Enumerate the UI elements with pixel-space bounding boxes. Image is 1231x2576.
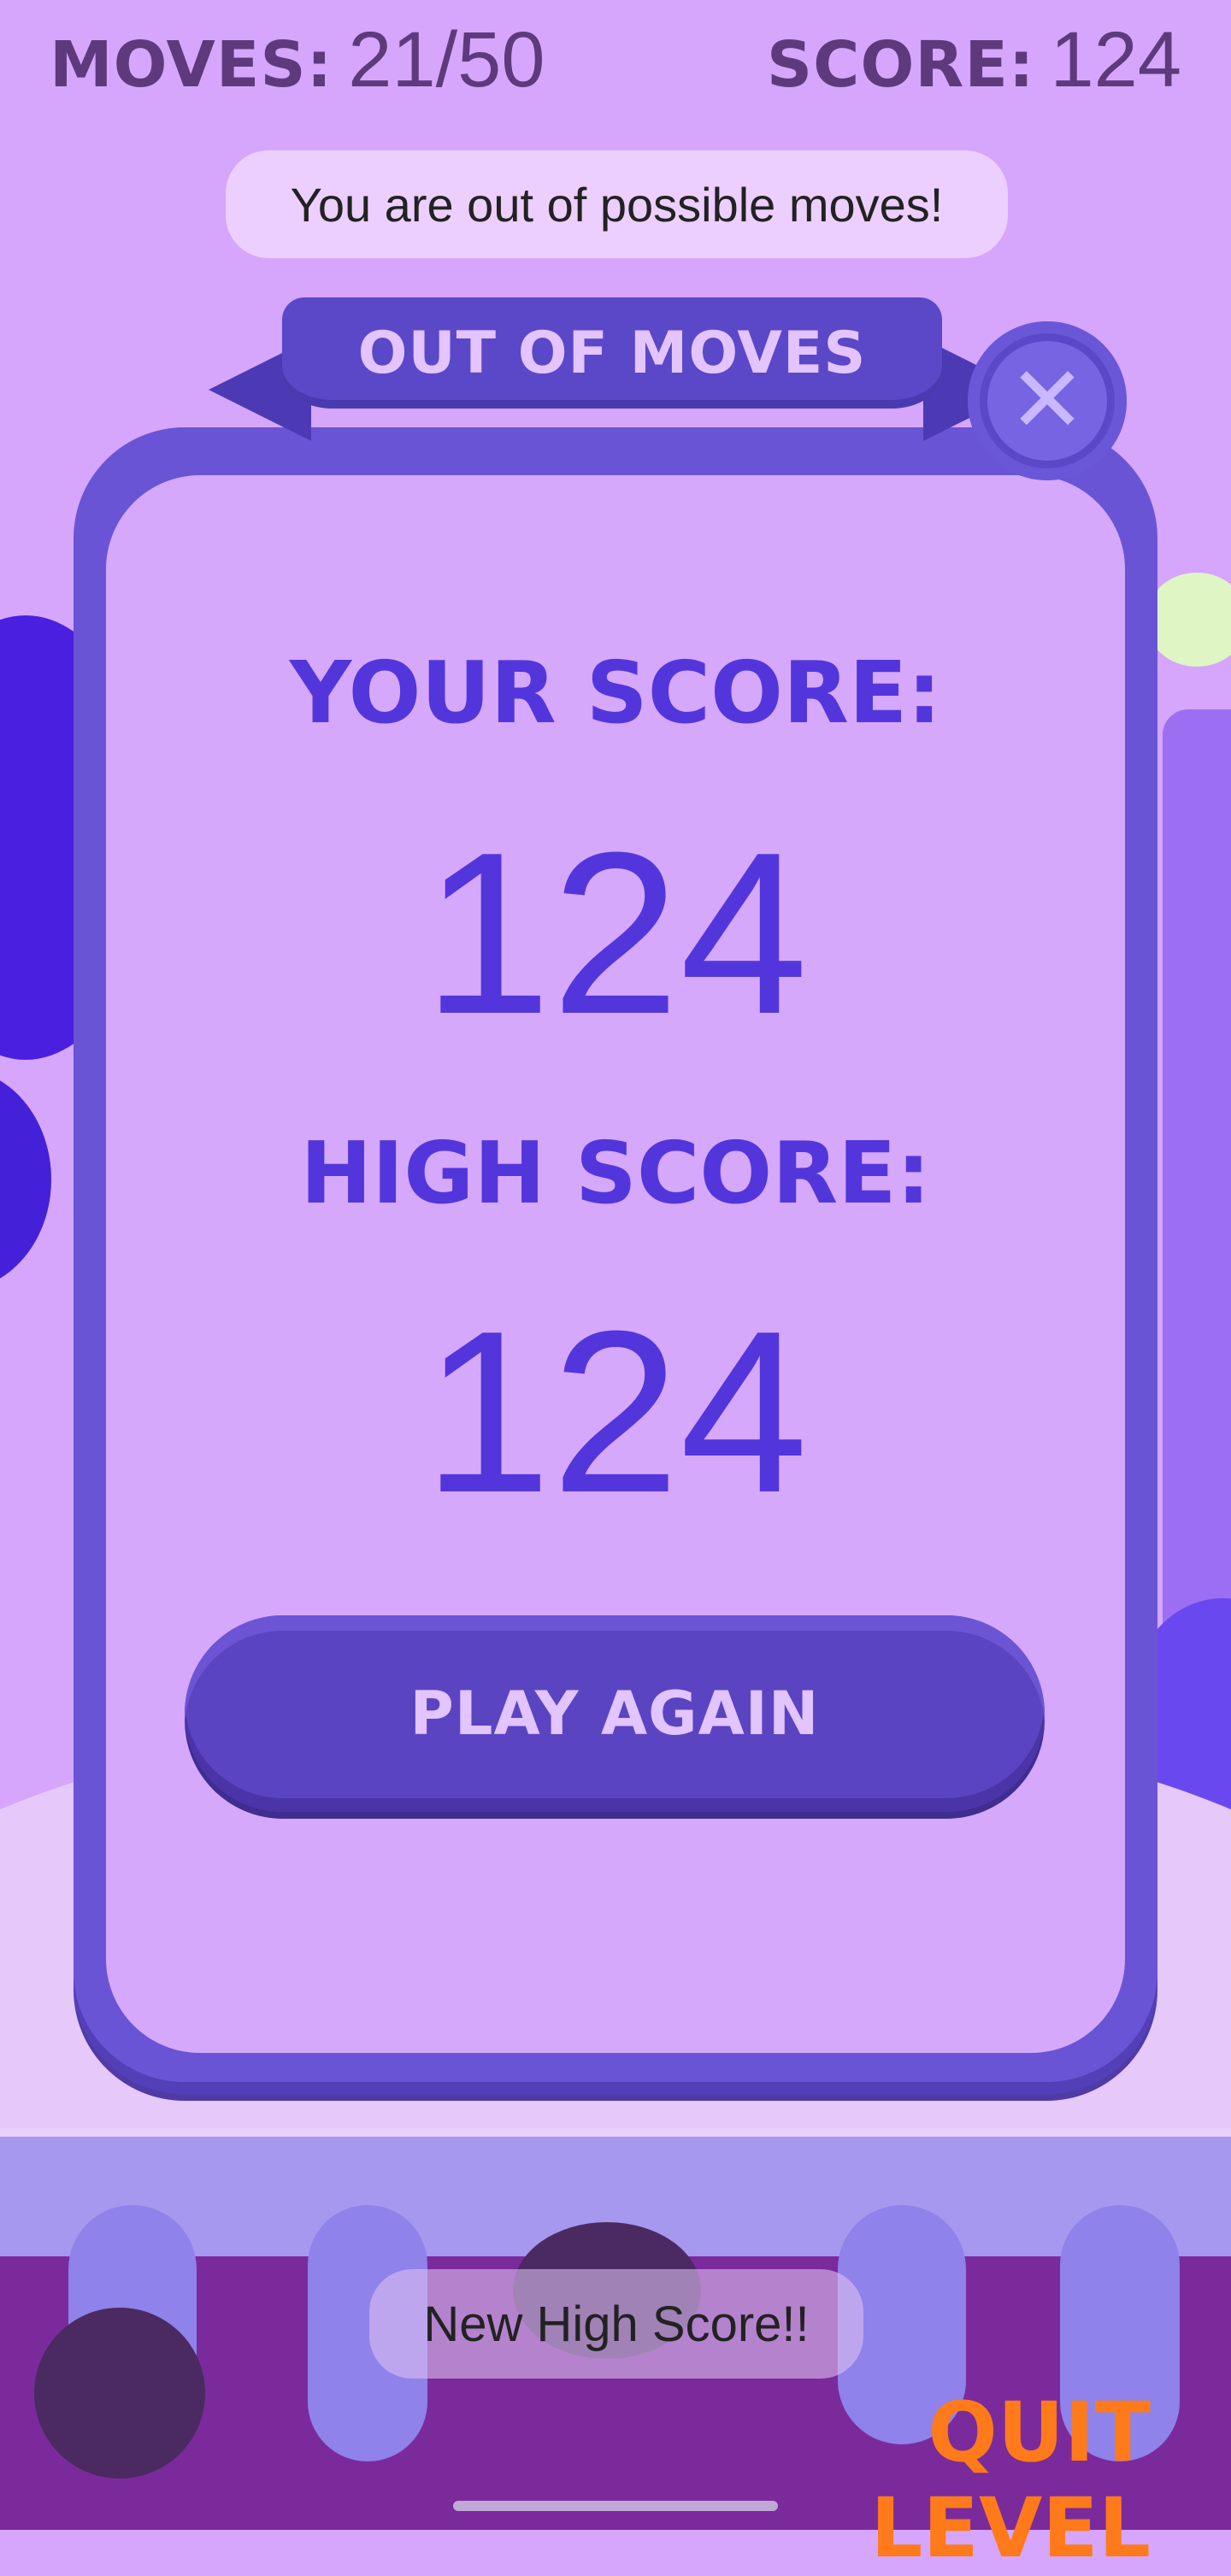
score-label: SCORE: xyxy=(766,28,1035,102)
moves-counter: MOVES: 21/50 xyxy=(50,15,545,105)
blue-blob-left-lower xyxy=(0,1068,51,1291)
high-score-value: 124 xyxy=(422,1284,809,1541)
your-score-label: YOUR SCORE: xyxy=(289,643,942,743)
close-button[interactable]: ✕ xyxy=(968,321,1127,480)
new-high-score-toast: New High Score!! xyxy=(369,2269,863,2379)
moves-label: MOVES: xyxy=(50,28,333,102)
out-of-moves-toast: You are out of possible moves! xyxy=(226,150,1008,258)
modal-title-ribbon: OUT OF MOVES xyxy=(282,297,942,409)
score-counter: SCORE: 124 xyxy=(767,15,1181,105)
modal-title: OUT OF MOVES xyxy=(357,319,867,387)
score-value: 124 xyxy=(1050,16,1182,103)
home-indicator[interactable] xyxy=(453,2501,778,2511)
dark-rock-1 xyxy=(34,2308,205,2479)
purple-block-right xyxy=(1163,709,1231,1718)
play-again-label: PLAY AGAIN xyxy=(409,1679,820,1749)
close-icon: ✕ xyxy=(987,341,1107,461)
hud-bar: MOVES: 21/50 SCORE: 124 xyxy=(0,15,1231,109)
your-score-value: 124 xyxy=(422,805,809,1062)
moves-value: 21/50 xyxy=(348,16,545,103)
high-score-label: HIGH SCORE: xyxy=(300,1123,931,1223)
play-again-button[interactable]: PLAY AGAIN xyxy=(185,1615,1045,1812)
quit-level-button[interactable]: QUIT LEVEL xyxy=(689,2385,1151,2576)
green-blob-right xyxy=(1146,573,1231,667)
